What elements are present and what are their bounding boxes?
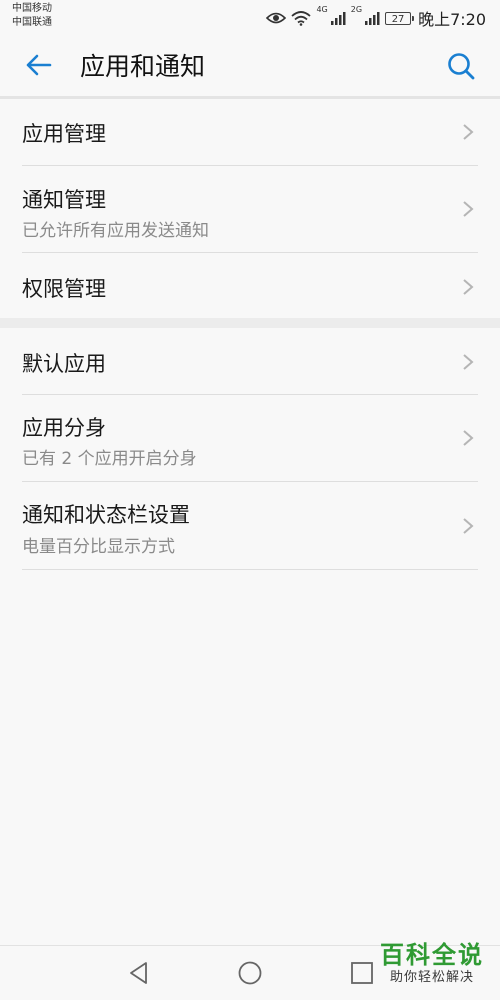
- list-item-permission-management[interactable]: 权限管理: [22, 253, 478, 319]
- app-header: 应用和通知: [0, 34, 500, 98]
- circle-home-icon: [238, 961, 262, 985]
- item-subtitle: 已允许所有应用发送通知: [22, 221, 209, 241]
- group-separator: [0, 318, 500, 328]
- eye-comfort-icon: [266, 11, 287, 25]
- search-button[interactable]: [444, 49, 478, 83]
- page-title: 应用和通知: [80, 52, 206, 81]
- back-button[interactable]: [22, 48, 56, 82]
- screen: 中国移动 中国联通 4G 2G 27 晚上7:20 应用和通知 应用管理 通知管…: [0, 0, 500, 1000]
- status-bar: 中国移动 中国联通 4G 2G 27 晚上7:20: [0, 0, 500, 34]
- nav-recent-button[interactable]: [349, 960, 375, 986]
- item-subtitle: 电量百分比显示方式: [22, 537, 175, 557]
- item-title: 默认应用: [22, 352, 106, 376]
- carrier-2-label: 中国联通: [12, 17, 52, 28]
- watermark-subtitle: 助你轻松解决: [389, 970, 474, 985]
- carrier-info: 中国移动 中国联通: [12, 2, 52, 30]
- list-item-notification-status-bar[interactable]: 通知和状态栏设置 电量百分比显示方式: [22, 482, 478, 570]
- nav-back-button[interactable]: [126, 960, 152, 986]
- signal-1-icon: [330, 11, 346, 25]
- status-icons: 4G 2G 27 晚上7:20: [266, 6, 486, 30]
- search-icon: [448, 53, 475, 80]
- triangle-back-icon: [130, 962, 147, 984]
- watermark-logo: 百科全说 助你轻松解决: [378, 940, 486, 986]
- item-title: 通知管理: [22, 188, 106, 212]
- watermark-title: 百科全说: [380, 941, 484, 969]
- wifi-icon: [291, 10, 312, 26]
- list-item-default-apps[interactable]: 默认应用: [22, 328, 478, 395]
- network-type-1: 4G: [316, 5, 328, 14]
- chevron-right-icon: [463, 124, 474, 140]
- signal-2-icon: [364, 11, 380, 25]
- network-type-2: 2G: [350, 5, 363, 14]
- battery-icon: 27: [385, 11, 415, 25]
- nav-home-button[interactable]: [237, 960, 263, 986]
- chevron-right-icon: [463, 279, 474, 295]
- list-item-notification-management[interactable]: 通知管理 已允许所有应用发送通知: [22, 166, 478, 253]
- list-item-app-twin[interactable]: 应用分身 已有 2 个应用开启分身: [22, 395, 478, 482]
- settings-group-1: 应用管理 通知管理 已允许所有应用发送通知 权限管理: [0, 99, 500, 319]
- arrow-left-icon: [26, 54, 52, 76]
- settings-group-2: 默认应用 应用分身 已有 2 个应用开启分身 通知和状态栏设置 电量百分比显示方…: [0, 328, 500, 570]
- item-title: 应用分身: [22, 416, 106, 440]
- chevron-right-icon: [463, 518, 474, 534]
- item-subtitle: 已有 2 个应用开启分身: [22, 449, 197, 469]
- chevron-right-icon: [463, 430, 474, 446]
- item-title: 应用管理: [22, 122, 106, 146]
- clock: 晚上7:20: [418, 10, 486, 29]
- chevron-right-icon: [463, 201, 474, 217]
- square-recent-icon: [351, 962, 373, 984]
- chevron-right-icon: [463, 354, 474, 370]
- carrier-1-label: 中国移动: [12, 3, 52, 14]
- item-title: 通知和状态栏设置: [22, 503, 190, 527]
- item-title: 权限管理: [22, 277, 106, 301]
- list-item-app-management[interactable]: 应用管理: [22, 99, 478, 166]
